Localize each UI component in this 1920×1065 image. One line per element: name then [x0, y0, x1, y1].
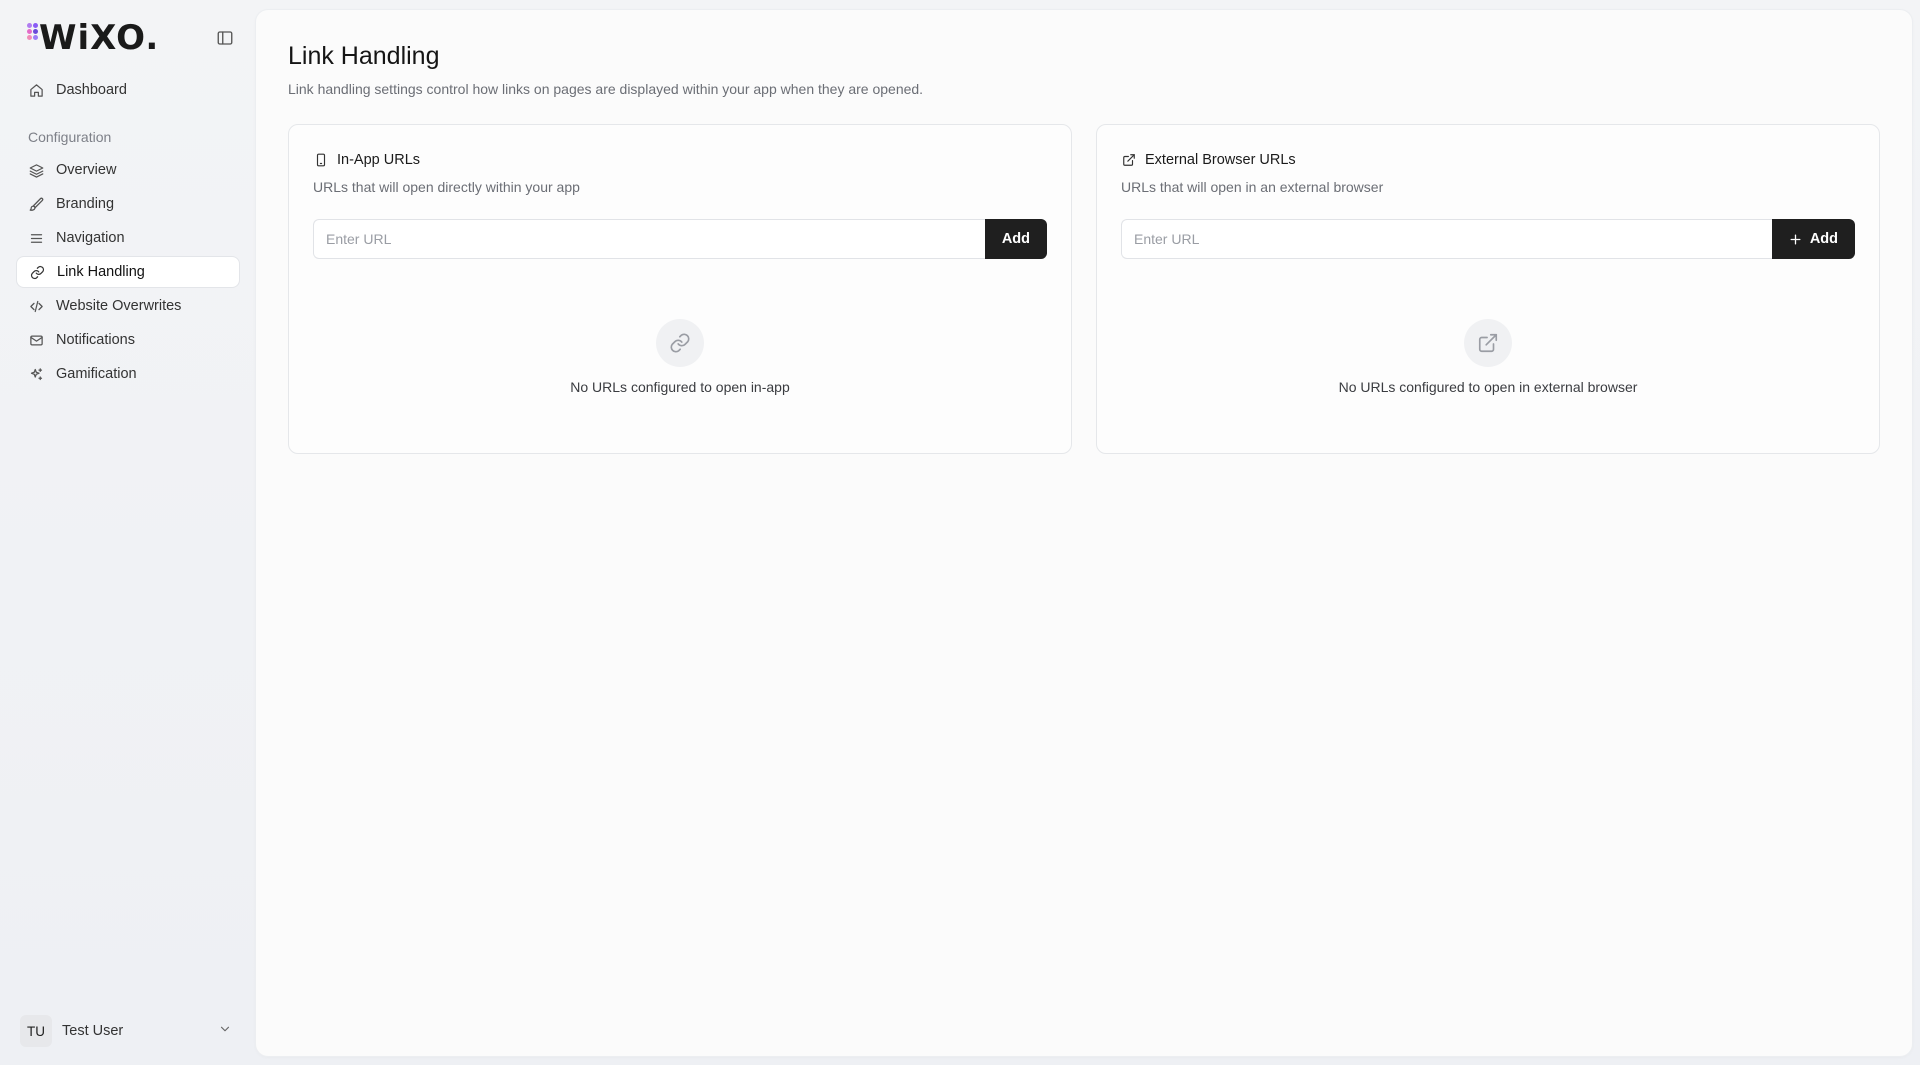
mail-icon	[28, 332, 44, 348]
smartphone-icon	[313, 152, 329, 168]
logo-text: WiXO.	[39, 18, 160, 58]
url-input-row: Add	[313, 219, 1047, 259]
code-icon	[28, 298, 44, 314]
add-button-label: Add	[1001, 231, 1030, 247]
sidebar-toggle-button[interactable]	[214, 27, 236, 49]
sidebar-item-dashboard[interactable]: Dashboard	[16, 74, 240, 106]
logo-row: WiXO.	[27, 18, 236, 58]
external-url-input[interactable]	[1121, 219, 1772, 259]
sidebar-item-label: Branding	[56, 196, 115, 212]
plus-icon	[1789, 233, 1802, 246]
in-app-url-input[interactable]	[313, 219, 985, 259]
sidebar-nav: Dashboard Configuration Overview Brandin…	[16, 74, 240, 392]
sidebar-toggle-icon	[217, 31, 233, 45]
link-icon	[656, 319, 704, 367]
main-panel: Link Handling Link handling settings con…	[256, 10, 1912, 1056]
card-subtitle: URLs that will open in an external brows…	[1121, 179, 1384, 195]
card-header: In-App URLs	[313, 151, 1047, 169]
empty-state: No URLs configured to open in-app	[289, 319, 1071, 395]
user-name: Test User	[62, 1023, 124, 1039]
avatar: TU	[20, 1015, 52, 1047]
card-subtitle: URLs that will open directly within your…	[313, 179, 580, 195]
card-title: External Browser URLs	[1145, 152, 1296, 168]
page-title: Link Handling	[288, 42, 440, 70]
logo[interactable]: WiXO.	[27, 21, 159, 55]
card-header: External Browser URLs	[1121, 151, 1855, 169]
sidebar-item-overview[interactable]: Overview	[16, 154, 240, 186]
menu-icon	[28, 230, 44, 246]
sidebar-item-label: Overview	[56, 162, 117, 178]
add-external-url-button[interactable]: Add	[1771, 219, 1855, 259]
sidebar-item-label: Link Handling	[57, 264, 145, 280]
sidebar-item-label: Navigation	[56, 230, 125, 246]
sidebar-item-label: Dashboard	[56, 82, 127, 98]
brush-icon	[28, 196, 44, 212]
sidebar-item-website-overwrites[interactable]: Website Overwrites	[16, 290, 240, 322]
add-button-label: Add	[1809, 231, 1838, 247]
page-description: Link handling settings control how links…	[288, 81, 924, 97]
card-title: In-App URLs	[337, 152, 421, 168]
sidebar-item-navigation[interactable]: Navigation	[16, 222, 240, 254]
external-link-icon	[1121, 152, 1137, 168]
empty-state: No URLs configured to open in external b…	[1097, 319, 1879, 395]
home-icon	[28, 82, 44, 98]
sidebar-item-label: Gamification	[56, 366, 137, 382]
cards-row: In-App URLs URLs that will open directly…	[288, 124, 1880, 454]
empty-state-text: No URLs configured to open in external b…	[1338, 379, 1638, 395]
external-browser-urls-card: External Browser URLs URLs that will ope…	[1096, 124, 1880, 454]
link-icon	[29, 264, 45, 280]
sidebar-item-notifications[interactable]: Notifications	[16, 324, 240, 356]
add-in-app-url-button[interactable]: Add	[984, 219, 1047, 259]
user-menu[interactable]: TU Test User	[20, 1015, 232, 1047]
in-app-urls-card: In-App URLs URLs that will open directly…	[288, 124, 1072, 454]
logo-dots	[27, 21, 41, 55]
layers-icon	[28, 162, 44, 178]
sidebar-item-label: Notifications	[56, 332, 135, 348]
url-input-row: Add	[1121, 219, 1855, 259]
empty-state-text: No URLs configured to open in-app	[570, 379, 790, 395]
sidebar-item-gamification[interactable]: Gamification	[16, 358, 240, 390]
section-label-configuration: Configuration	[28, 129, 112, 145]
sidebar: WiXO. Dashboard Configuration Overview B…	[0, 0, 256, 1065]
chevron-down-icon	[218, 1022, 232, 1041]
sparkles-icon	[28, 366, 44, 382]
external-link-icon	[1464, 319, 1512, 367]
sidebar-item-link-handling[interactable]: Link Handling	[16, 256, 240, 288]
app-window: WiXO. Dashboard Configuration Overview B…	[0, 0, 1920, 1065]
sidebar-item-label: Website Overwrites	[56, 298, 182, 314]
sidebar-item-branding[interactable]: Branding	[16, 188, 240, 220]
